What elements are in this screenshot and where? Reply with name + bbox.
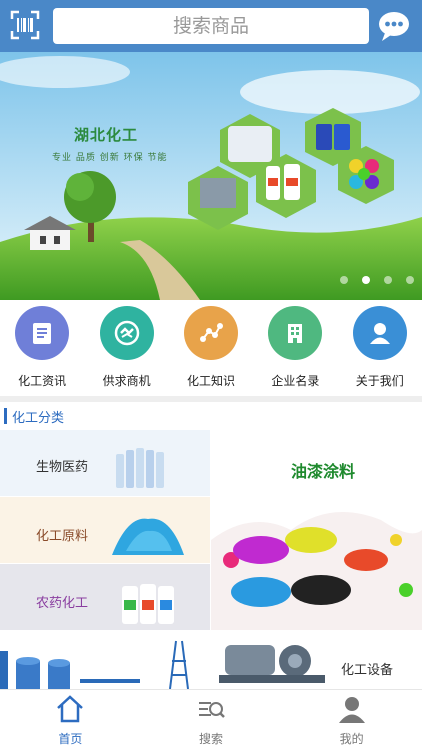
quicknav-label: 企业名录 xyxy=(271,374,320,388)
quicknav-item-knowledge[interactable]: 化工知识 xyxy=(175,300,247,396)
category-label: 化工设备 xyxy=(341,663,394,678)
quicknav-item-about[interactable]: 关于我们 xyxy=(344,300,416,396)
tab-label: 搜索 xyxy=(199,732,224,746)
category-equipment[interactable]: 化工设备 xyxy=(211,631,422,689)
tab-search[interactable]: 搜索 xyxy=(141,690,282,750)
quicknav-item-directory[interactable]: 企业名录 xyxy=(259,300,331,396)
molecule-icon xyxy=(183,306,238,360)
category-pesticides[interactable]: 农药化工 xyxy=(0,564,210,630)
banner-carousel[interactable]: 湖北化工 专业 品质 创新 环保 节能 xyxy=(0,52,422,300)
banner-slogan: 专业 品质 创新 环保 节能 xyxy=(52,153,168,163)
quicknav-label: 化工知识 xyxy=(186,374,235,388)
scan-icon[interactable] xyxy=(10,10,40,40)
category-header-accent xyxy=(4,408,7,424)
vials-image xyxy=(116,448,164,488)
banner-illustration xyxy=(0,52,422,300)
tab-home[interactable]: 首页 xyxy=(0,690,141,750)
carousel-dot[interactable] xyxy=(406,276,414,284)
quicknav-item-supply[interactable]: 供求商机 xyxy=(91,300,163,396)
handshake-icon xyxy=(99,306,154,360)
category-paints[interactable]: 油漆涂料 xyxy=(211,430,422,630)
building-icon xyxy=(268,306,323,360)
quicknav-label: 供求商机 xyxy=(102,374,151,388)
quicknav-label: 化工资讯 xyxy=(18,374,67,388)
chat-bubble-icon[interactable] xyxy=(377,9,411,43)
quicknav-item-news[interactable]: 化工资讯 xyxy=(6,300,78,396)
top-bar: 搜索商品 xyxy=(0,0,422,52)
paint-cans-image xyxy=(211,512,422,630)
quicknav-label: 关于我们 xyxy=(355,374,404,388)
category-title: 化工分类 xyxy=(12,411,65,426)
carousel-dot[interactable] xyxy=(340,276,348,284)
pump-image xyxy=(219,645,325,683)
bottles-image xyxy=(122,584,174,624)
document-icon xyxy=(15,306,70,360)
powder-image xyxy=(112,518,184,555)
category-raw-materials[interactable]: 化工原料 xyxy=(0,497,210,563)
tab-me[interactable]: 我的 xyxy=(281,690,422,750)
carousel-dot-active[interactable] xyxy=(362,276,370,284)
tab-label: 首页 xyxy=(58,732,83,746)
tanks-image xyxy=(0,640,189,689)
category-biomedicine[interactable]: 生物医药 xyxy=(0,430,210,496)
tab-bar: 首页 搜索 我的 xyxy=(0,689,422,750)
carousel-dot[interactable] xyxy=(384,276,392,284)
user-icon xyxy=(338,697,365,723)
tab-label: 我的 xyxy=(339,732,364,746)
category-label: 化工原料 xyxy=(36,529,89,544)
home-icon xyxy=(57,695,84,723)
quick-nav: 化工资讯 供求商机 化工知识 企业名录 关于我们 xyxy=(0,300,422,396)
carousel-dots[interactable] xyxy=(340,276,414,284)
category-label: 生物医药 xyxy=(36,460,89,475)
person-icon xyxy=(352,306,407,360)
industrial-tanks-image[interactable] xyxy=(0,631,210,689)
banner-title: 湖北化工 xyxy=(74,126,139,144)
category-label: 油漆涂料 xyxy=(291,462,356,481)
category-label: 农药化工 xyxy=(36,596,89,611)
search-list-icon xyxy=(199,702,225,718)
category-header: 化工分类 xyxy=(0,402,422,428)
search-input[interactable]: 搜索商品 xyxy=(53,8,369,44)
